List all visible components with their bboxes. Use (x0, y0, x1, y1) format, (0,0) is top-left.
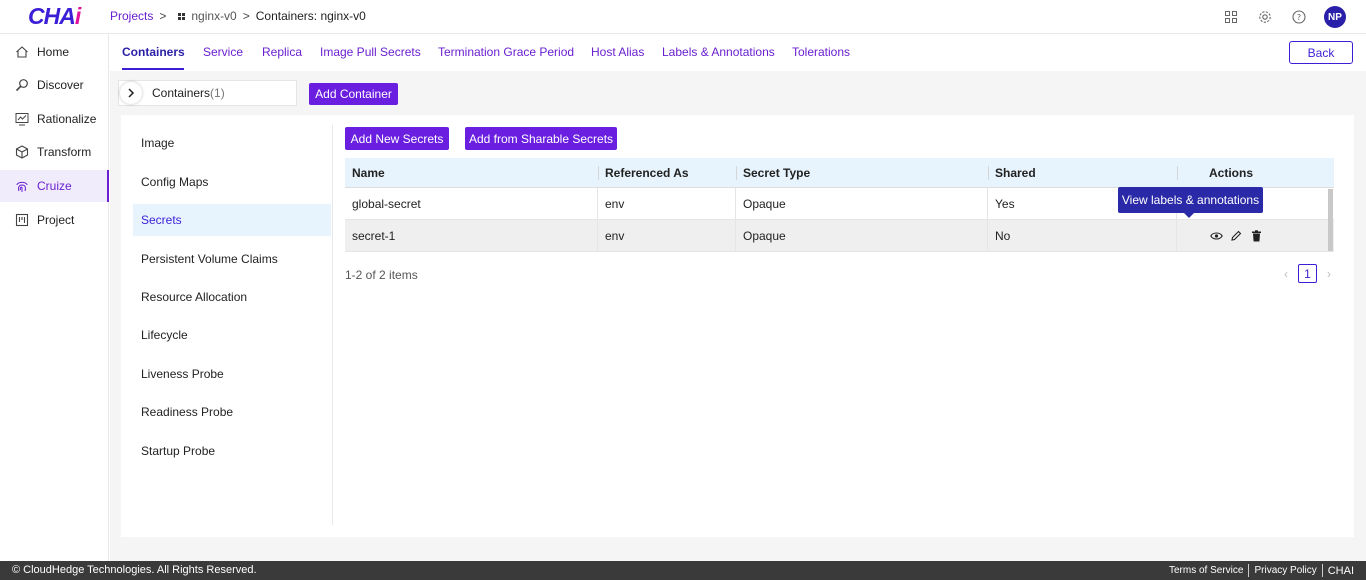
add-container-button[interactable]: Add Container (309, 83, 398, 105)
table-row[interactable]: secret-1 env Opaque No (345, 220, 1334, 252)
table-scrollbar[interactable] (1328, 189, 1333, 251)
breadcrumb: Projects > nginx-v0 > Containers: nginx-… (110, 9, 366, 23)
rationalize-icon (14, 112, 29, 127)
sidebar-item-label: Transform (37, 145, 92, 159)
footer-brand: CHAI (1327, 564, 1354, 577)
breadcrumb-separator: > (159, 9, 167, 23)
cell-shared: No (988, 220, 1177, 251)
app-logo[interactable]: CHAi (28, 3, 81, 30)
next-page-icon[interactable]: › (1323, 267, 1335, 281)
menu-item-resource-allocation[interactable]: Resource Allocation (133, 281, 331, 313)
pagination: ‹ 1 › (1280, 264, 1335, 283)
sidebar-item-label: Home (37, 45, 70, 59)
gear-icon[interactable] (1256, 8, 1274, 26)
menu-item-readiness-probe[interactable]: Readiness Probe (133, 396, 331, 428)
cell-referenced-as: env (598, 188, 736, 219)
containers-selector[interactable]: Containers(1) (118, 80, 297, 106)
page-number[interactable]: 1 (1298, 264, 1317, 283)
breadcrumb-current: Containers: nginx-v0 (255, 9, 366, 23)
tab-containers[interactable]: Containers (122, 45, 185, 59)
tooltip-arrow (1184, 213, 1194, 218)
prev-page-icon[interactable]: ‹ (1280, 267, 1292, 281)
help-icon[interactable]: ? (1290, 8, 1308, 26)
cube-icon (14, 145, 29, 160)
pagination-info: 1-2 of 2 items (345, 268, 418, 282)
breadcrumb-projects[interactable]: Projects (110, 9, 153, 23)
table-header: Name Referenced As Secret Type Shared Ac… (345, 158, 1334, 188)
menu-item-liveness-probe[interactable]: Liveness Probe (133, 358, 331, 390)
tab-image-pull-secrets[interactable]: Image Pull Secrets (320, 45, 421, 59)
column-header-secret-type[interactable]: Secret Type (736, 158, 988, 187)
fingerprint-icon (14, 179, 29, 194)
tab-host-alias[interactable]: Host Alias (591, 45, 644, 59)
tab-bar: Containers Service Replica Image Pull Se… (110, 35, 1366, 71)
breadcrumb-separator: > (242, 9, 250, 23)
tab-tolerations[interactable]: Tolerations (792, 45, 850, 59)
add-sharable-secrets-button[interactable]: Add from Sharable Secrets (465, 127, 617, 150)
footer-divider (1248, 564, 1250, 577)
breadcrumb-project[interactable]: nginx-v0 (191, 9, 236, 23)
chevron-right-icon[interactable] (120, 82, 142, 104)
eye-icon[interactable] (1209, 229, 1223, 243)
column-header-name[interactable]: Name (345, 158, 598, 187)
cell-secret-type: Opaque (736, 188, 988, 219)
home-icon (14, 45, 29, 60)
edit-icon[interactable] (1229, 229, 1243, 243)
cell-secret-type: Opaque (736, 220, 988, 251)
sidebar: Home Discover Rationalize Transform Crui… (0, 34, 109, 561)
container-settings-menu: Image Config Maps Secrets Persistent Vol… (121, 125, 333, 525)
menu-item-persistent-volume-claims[interactable]: Persistent Volume Claims (133, 243, 331, 275)
sidebar-item-label: Project (37, 213, 75, 227)
footer-divider (1321, 564, 1323, 577)
tab-service[interactable]: Service (203, 45, 243, 59)
menu-item-config-maps[interactable]: Config Maps (133, 166, 331, 198)
column-header-referenced-as[interactable]: Referenced As (598, 158, 736, 187)
sidebar-item-label: Cruize (37, 179, 72, 193)
footer: © CloudHedge Technologies. All Rights Re… (0, 561, 1366, 580)
project-icon (14, 213, 29, 228)
grid-icon[interactable] (178, 12, 186, 20)
apps-icon[interactable] (1222, 8, 1240, 26)
terms-link[interactable]: Terms of Service (1169, 565, 1243, 576)
tab-labels-annotations[interactable]: Labels & Annotations (662, 45, 775, 59)
cell-name: global-secret (345, 188, 598, 219)
privacy-link[interactable]: Privacy Policy (1254, 565, 1316, 576)
discover-icon (14, 78, 29, 93)
cell-referenced-as: env (598, 220, 736, 251)
add-new-secrets-button[interactable]: Add New Secrets (345, 127, 449, 150)
cell-actions (1177, 220, 1334, 251)
column-header-actions: Actions (1177, 158, 1334, 187)
footer-copyright: © CloudHedge Technologies. All Rights Re… (12, 564, 257, 576)
delete-icon[interactable] (1249, 229, 1263, 243)
menu-item-image[interactable]: Image (133, 127, 331, 159)
column-header-shared[interactable]: Shared (988, 158, 1177, 187)
sidebar-item-cruize[interactable]: Cruize (0, 170, 109, 202)
sidebar-item-project[interactable]: Project (0, 204, 109, 236)
tab-termination-grace-period[interactable]: Termination Grace Period (438, 45, 574, 59)
svg-text:?: ? (1297, 13, 1301, 22)
tab-replica[interactable]: Replica (262, 45, 302, 59)
sidebar-item-label: Discover (37, 78, 84, 92)
sidebar-item-discover[interactable]: Discover (0, 69, 109, 101)
user-avatar[interactable]: NP (1324, 6, 1346, 28)
sidebar-item-transform[interactable]: Transform (0, 136, 109, 168)
containers-label: Containers(1) (152, 86, 225, 100)
sidebar-item-rationalize[interactable]: Rationalize (0, 103, 109, 135)
sidebar-item-home[interactable]: Home (0, 36, 109, 68)
menu-item-lifecycle[interactable]: Lifecycle (133, 319, 331, 351)
tooltip-view-labels: View labels & annotations (1118, 187, 1263, 213)
top-header: CHAi Projects > nginx-v0 > Containers: n… (0, 0, 1366, 34)
menu-item-startup-probe[interactable]: Startup Probe (133, 435, 331, 467)
sidebar-item-label: Rationalize (37, 112, 97, 126)
menu-item-secrets[interactable]: Secrets (133, 204, 331, 236)
back-button[interactable]: Back (1289, 41, 1353, 64)
cell-name: secret-1 (345, 220, 598, 251)
active-tab-indicator (122, 68, 184, 70)
